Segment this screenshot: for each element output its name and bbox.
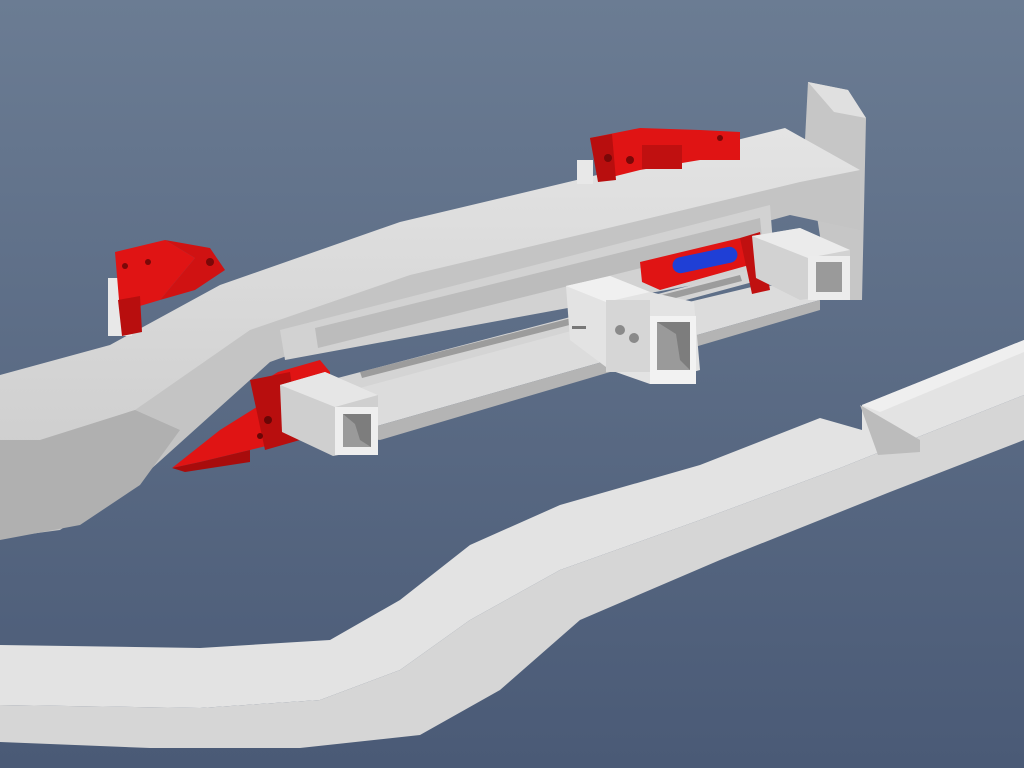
cad-render (0, 0, 1024, 768)
render-viewport (0, 0, 1024, 768)
